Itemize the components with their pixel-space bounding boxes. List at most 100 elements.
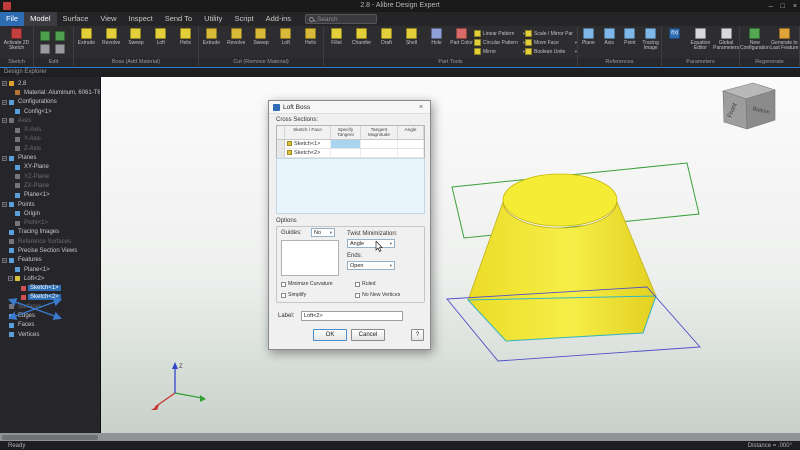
tree-item[interactable]: − Sketch<1> <box>0 284 100 293</box>
menu-view[interactable]: View <box>94 12 122 26</box>
menu-inspect[interactable]: Inspect <box>123 12 159 26</box>
menu-model[interactable]: Model <box>24 12 56 26</box>
dialog-titlebar[interactable]: Loft Boss × <box>269 101 430 114</box>
tree-item[interactable]: − Material: Aluminum, 6061-T6 <box>0 88 100 97</box>
maximize-icon[interactable]: □ <box>781 3 785 10</box>
tree-item-label[interactable]: ZX-Plane <box>22 183 51 189</box>
tangent-magnitude-cell[interactable] <box>361 140 398 148</box>
ribbon-tool-button[interactable]: Global Parameters <box>713 27 739 52</box>
ribbon-tool-button[interactable]: Loft <box>148 27 173 46</box>
guides-listbox[interactable] <box>281 240 339 276</box>
tree-item[interactable]: − Planes <box>0 153 100 162</box>
menu-file[interactable]: File <box>0 12 24 26</box>
view-cube[interactable]: Front Bottom <box>723 83 775 129</box>
ribbon-tool-button[interactable]: Circular Pattern ▾ <box>474 38 525 47</box>
tree-item-label[interactable]: X-Axis <box>22 127 43 133</box>
ribbon-tool-button[interactable]: Scale / Mirror Part ▾ <box>525 29 577 38</box>
menu-add-ins[interactable]: Add-ins <box>260 12 297 26</box>
ribbon-tool-button[interactable]: Part Color <box>449 27 474 46</box>
viewport-3d[interactable]: Z Front Bottom <box>101 77 800 433</box>
ribbon-tool-button[interactable]: Boolean Unite ▾ <box>525 47 577 56</box>
expand-collapse-icon[interactable]: − <box>2 118 7 123</box>
tree-item[interactable]: − ZX-Plane <box>0 181 100 190</box>
edit-tool-icon[interactable] <box>55 44 65 54</box>
tree-item-label[interactable]: Plane<1> <box>22 192 52 198</box>
row-selector[interactable] <box>277 149 285 157</box>
twist-minimization-dropdown[interactable]: Angle ▾ <box>347 239 395 248</box>
tree-item-label[interactable]: Plane<1> <box>22 267 52 273</box>
tree-item[interactable]: − Plane<1> <box>0 265 100 274</box>
tree-item-label[interactable]: Tracing Images <box>16 229 61 235</box>
ribbon-tool-button[interactable]: f(x) <box>662 27 688 41</box>
ribbon-tool-button[interactable]: Shell <box>399 27 424 46</box>
angle-cell[interactable] <box>398 140 424 148</box>
edit-tool-icon[interactable] <box>40 31 50 41</box>
tree-item[interactable]: − Axes <box>0 116 100 125</box>
tree-item[interactable]: − Configurations <box>0 98 100 107</box>
tree-item[interactable]: − Reference Surfaces <box>0 237 100 246</box>
close-icon[interactable]: × <box>416 104 426 111</box>
checkbox-icon[interactable] <box>281 282 286 287</box>
minimize-icon[interactable]: – <box>769 3 773 10</box>
menu-surface[interactable]: Surface <box>57 12 95 26</box>
ribbon-tool-button[interactable]: Tracing Image <box>640 27 661 52</box>
tree-item-label[interactable]: Configurations <box>16 99 59 105</box>
tree-item-label[interactable]: YZ-Plane <box>22 174 51 180</box>
menu-script[interactable]: Script <box>228 12 259 26</box>
ribbon-tool-button[interactable]: Equation Editor <box>688 27 714 52</box>
tree-item-label[interactable]: Origin <box>22 211 42 217</box>
specify-tangent-cell[interactable] <box>331 149 361 157</box>
checkbox-icon[interactable] <box>281 293 286 298</box>
tree-item[interactable]: − Config<1> <box>0 107 100 116</box>
chevron-down-icon[interactable]: ▾ <box>575 49 577 55</box>
search-input[interactable]: Search <box>305 14 377 24</box>
ribbon-tool-button[interactable]: Helix <box>173 27 198 46</box>
edit-tool-icon[interactable] <box>55 31 65 41</box>
tree-item[interactable]: − XY-Plane <box>0 163 100 172</box>
ribbon-tool-button[interactable]: Generate to Last Feature <box>770 27 799 52</box>
tree-item-label[interactable]: Loft<2> <box>22 276 46 282</box>
tree-item-label[interactable]: Precise Section Views <box>16 248 79 254</box>
checkbox-icon[interactable] <box>355 282 360 287</box>
tree-item[interactable]: − Tracing Images <box>0 228 100 237</box>
cross-sections-list-area[interactable] <box>276 158 425 214</box>
tree-item[interactable]: − Loft<2> <box>0 274 100 283</box>
ribbon-tool-button[interactable]: Draft <box>374 27 399 46</box>
ruled-checkbox[interactable]: Ruled <box>355 281 376 287</box>
ribbon-tool-button[interactable]: Chamfer <box>349 27 374 46</box>
tree-item-label[interactable]: Sketch<1> <box>28 285 61 291</box>
tree-item[interactable]: − Features <box>0 256 100 265</box>
ribbon-tool-button[interactable]: Plane <box>578 27 599 46</box>
expand-collapse-icon[interactable]: − <box>2 100 7 105</box>
ribbon-tool-button[interactable]: Axis <box>599 27 620 46</box>
tree-item-label[interactable]: Point<1> <box>22 220 50 226</box>
ribbon-tool-button[interactable]: Revolve <box>99 27 124 46</box>
tangent-magnitude-cell[interactable] <box>361 149 398 157</box>
tree-item[interactable]: − Points <box>0 200 100 209</box>
ribbon-tool-button[interactable]: Fillet <box>324 27 349 46</box>
cancel-button[interactable]: Cancel <box>351 329 385 341</box>
menu-utility[interactable]: Utility <box>198 12 228 26</box>
menu-send-to[interactable]: Send To <box>159 12 198 26</box>
tree-item[interactable]: − Vertices <box>0 330 100 339</box>
minimize-curvature-checkbox[interactable]: Minimize Curvature <box>281 281 333 287</box>
ribbon-tool-button[interactable]: Activate 2D Sketch <box>0 27 33 52</box>
tree-item[interactable]: − Plane<1> <box>0 191 100 200</box>
ends-dropdown[interactable]: Open ▾ <box>347 261 395 270</box>
tree-item[interactable]: − YZ-Plane <box>0 172 100 181</box>
label-input[interactable] <box>301 311 403 321</box>
close-icon[interactable]: × <box>793 3 797 10</box>
tree-item[interactable]: − Origin <box>0 209 100 218</box>
chevron-down-icon[interactable]: ▾ <box>575 40 577 46</box>
tree-item[interactable]: − Z-Axis <box>0 144 100 153</box>
ribbon-tool-button[interactable]: New Configuration <box>740 27 770 52</box>
expand-collapse-icon[interactable]: − <box>2 81 7 86</box>
scrollbar-thumb[interactable] <box>2 435 98 440</box>
tree-item-label[interactable]: Points <box>16 202 37 208</box>
ribbon-tool-button[interactable]: Linear Pattern ▾ <box>474 29 525 38</box>
tree-item-label[interactable]: XY-Plane <box>22 164 51 170</box>
ribbon-tool-button[interactable]: Extrude <box>74 27 99 46</box>
ribbon-tool-button[interactable]: Hole <box>424 27 449 46</box>
tree-item[interactable]: − Y-Axis <box>0 135 100 144</box>
tree-item-label[interactable]: Features <box>16 257 44 263</box>
